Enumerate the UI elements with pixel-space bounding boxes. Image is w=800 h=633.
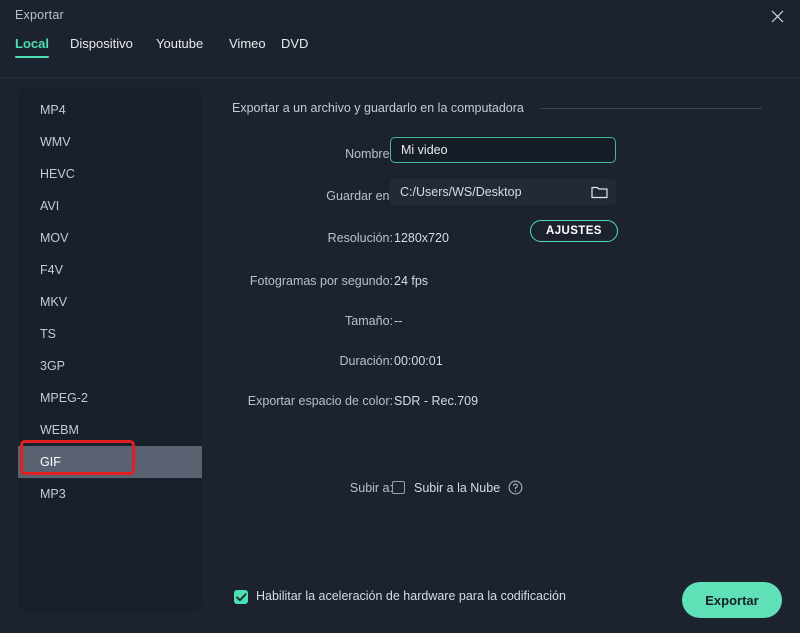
upload-cloud-checkbox[interactable] bbox=[392, 481, 405, 494]
fps-value: 24 fps bbox=[394, 274, 429, 288]
hardware-acceleration-checkbox[interactable] bbox=[234, 590, 248, 604]
row-path: Guardar en: C:/Users/WS/Desktop bbox=[218, 179, 783, 209]
name-input[interactable] bbox=[390, 137, 616, 163]
path-label: Guardar en: bbox=[326, 189, 393, 203]
row-resolution: Resolución: 1280x720 AJUSTES bbox=[218, 220, 783, 251]
section-rule bbox=[540, 108, 762, 109]
row-colorspace: Exportar espacio de color: SDR - Rec.709 bbox=[218, 388, 783, 414]
format-item-mp4[interactable]: MP4 bbox=[18, 94, 202, 126]
tab-dvd[interactable]: DVD bbox=[281, 36, 308, 58]
path-value: C:/Users/WS/Desktop bbox=[400, 185, 522, 199]
folder-icon[interactable] bbox=[591, 184, 608, 199]
settings-button[interactable]: AJUSTES bbox=[530, 220, 618, 242]
duration-value: 00:00:01 bbox=[394, 354, 443, 368]
size-value: -- bbox=[394, 314, 403, 328]
upload-cloud-label[interactable]: Subir a la Nube bbox=[414, 476, 500, 500]
hardware-acceleration-label[interactable]: Habilitar la aceleración de hardware par… bbox=[256, 589, 566, 603]
section-header: Exportar a un archivo y guardarlo en la … bbox=[232, 101, 524, 115]
window-title: Exportar bbox=[15, 8, 64, 22]
path-field[interactable]: C:/Users/WS/Desktop bbox=[390, 179, 616, 205]
row-name: Nombre: bbox=[218, 137, 783, 167]
fps-label: Fotogramas por segundo: bbox=[249, 274, 393, 288]
resolution-value: 1280x720 bbox=[394, 231, 449, 245]
tab-dispositivo[interactable]: Dispositivo bbox=[70, 36, 133, 58]
resolution-label: Resolución: bbox=[327, 231, 393, 245]
export-settings-panel: Exportar a un archivo y guardarlo en la … bbox=[218, 88, 783, 568]
tab-youtube[interactable]: Youtube bbox=[156, 36, 203, 58]
help-circle-icon[interactable] bbox=[508, 480, 523, 500]
bottom-bar: Habilitar la aceleración de hardware par… bbox=[0, 568, 800, 633]
name-label: Nombre: bbox=[345, 147, 393, 161]
format-item-webm[interactable]: WEBM bbox=[18, 414, 202, 446]
header-divider bbox=[0, 77, 800, 78]
colorspace-value: SDR - Rec.709 bbox=[394, 394, 479, 408]
title-bar: Exportar bbox=[0, 0, 800, 32]
size-label: Tamaño: bbox=[345, 314, 393, 328]
colorspace-label: Exportar espacio de color: bbox=[247, 394, 393, 408]
format-item-gif[interactable]: GIF bbox=[18, 446, 202, 478]
row-duration: Duración: 00:00:01 bbox=[218, 348, 783, 374]
tab-local[interactable]: Local bbox=[15, 36, 49, 58]
tab-bar: Local Dispositivo Youtube Vimeo DVD bbox=[0, 36, 800, 68]
tab-vimeo[interactable]: Vimeo bbox=[229, 36, 266, 58]
row-upload: Subir a: Subir a la Nube bbox=[218, 476, 783, 500]
export-dialog: Exportar Local Dispositivo Youtube Vimeo… bbox=[0, 0, 800, 633]
row-fps: Fotogramas por segundo: 24 fps bbox=[218, 268, 783, 294]
close-icon[interactable] bbox=[754, 0, 800, 32]
duration-label: Duración: bbox=[339, 354, 394, 368]
export-button[interactable]: Exportar bbox=[682, 582, 782, 618]
row-size: Tamaño: -- bbox=[218, 308, 783, 334]
upload-label: Subir a: bbox=[349, 481, 393, 495]
